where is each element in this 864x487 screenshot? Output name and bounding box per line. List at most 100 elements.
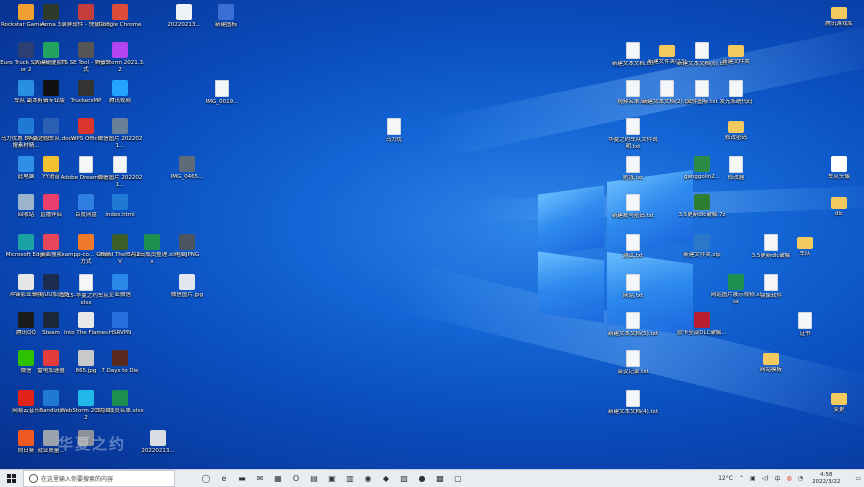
desktop-icon[interactable]: 网站.txt xyxy=(611,274,655,300)
task-view-icon[interactable]: ◯ xyxy=(199,472,213,486)
taskbar: 在这里输入你要搜索的内容 ◯ e ▬ ✉ ▦ O ▤ ▣ ▥ ◉ ◆ ▨ ● ▩ ▢ 12°C ⌃ ▣ ◁)… xyxy=(0,469,864,487)
chevron-up-icon[interactable]: ⌃ xyxy=(739,475,744,482)
desktop-icon[interactable]: 华夏之约车队文件说明.txt xyxy=(608,118,658,150)
desktop-icon[interactable]: 新建账号密码.txt xyxy=(611,194,655,220)
desktop-icon-label: IMG_0465... xyxy=(170,174,204,180)
desktop-icon-label: 车队 xyxy=(799,251,811,257)
desktop-icon[interactable]: IMG_0465... xyxy=(165,156,209,181)
desktop-icon[interactable]: 20220213... xyxy=(136,430,180,455)
desktop-icon[interactable]: index.html xyxy=(98,194,142,219)
app-icon xyxy=(112,312,128,328)
desktop-icon[interactable]: 车队 xyxy=(783,234,827,258)
desktop-icon-label: 腾讯视频 xyxy=(108,98,131,104)
desktop-icon[interactable]: dlc xyxy=(817,194,861,218)
desktop-icon[interactable]: 新建文件夹 xyxy=(714,42,758,66)
desktop-icon[interactable]: 新建文件夹.zip xyxy=(680,234,724,259)
store-icon[interactable]: ▤ xyxy=(307,472,321,486)
watermark: 华夏之约 xyxy=(58,435,127,453)
app-icon xyxy=(176,4,192,20)
clock[interactable]: 4:58 2022/3/22 xyxy=(812,472,840,485)
folder-icon xyxy=(797,237,813,249)
mail-icon[interactable]: ✉ xyxy=(253,472,267,486)
network-icon[interactable]: ▣ xyxy=(750,475,756,482)
desktop-icon[interactable]: 马力优 xyxy=(372,118,416,144)
app-icon xyxy=(78,390,94,406)
desktop-icon[interactable]: 欧卡全部DLC破解... xyxy=(677,312,727,337)
desktop-icon-label: 新建文本文档(4).txt xyxy=(607,409,659,415)
document-icon xyxy=(764,274,778,291)
file-explorer-icon[interactable]: ▬ xyxy=(235,472,249,486)
steam-icon[interactable]: ▩ xyxy=(433,472,447,486)
desktop-icon[interactable]: 3月6成员名单.xlsx xyxy=(96,390,144,415)
desktop-icon[interactable]: 证书 xyxy=(783,312,827,338)
gallery-icon[interactable]: ▨ xyxy=(397,472,411,486)
language-indicator[interactable]: 中 xyxy=(775,474,781,483)
screen-tool-icon[interactable]: ▥ xyxy=(343,472,357,486)
app-icon xyxy=(78,118,94,134)
document-icon xyxy=(626,194,640,211)
desktop-icon[interactable]: 测试.txt xyxy=(611,234,655,260)
start-button[interactable] xyxy=(0,470,22,487)
desktop-icon[interactable]: 微信图片.jpg xyxy=(165,274,209,299)
weather-widget[interactable]: 12°C xyxy=(718,475,733,482)
desktop-icon[interactable]: HSRVPN xyxy=(98,312,142,337)
desktop-icon-label: 腾讯游戏库 xyxy=(825,21,853,27)
app-icon xyxy=(728,274,744,290)
desktop-icon-label: 3月6成员名单.xlsx xyxy=(96,408,144,414)
app-icon xyxy=(43,312,59,328)
truck-game-icon[interactable]: ▣ xyxy=(325,472,339,486)
desktop-icon[interactable]: 网站模板 xyxy=(749,350,793,374)
app-icon xyxy=(112,42,128,58)
desktop-icon[interactable]: 新建图标 xyxy=(204,4,248,29)
app-icon xyxy=(43,350,59,366)
app-icon xyxy=(43,234,59,250)
document-icon xyxy=(79,274,93,291)
search-box[interactable]: 在这里输入你要搜索的内容 xyxy=(23,470,175,487)
app-icon xyxy=(112,234,128,250)
maps-icon[interactable]: ◆ xyxy=(379,472,393,486)
folder-icon xyxy=(728,121,744,133)
desktop-icon[interactable]: 会议记录.txt xyxy=(611,350,655,376)
office-icon[interactable]: O xyxy=(289,472,303,486)
desktop-icon[interactable]: 发光系统代码 xyxy=(714,80,758,106)
volume-icon[interactable]: ◁) xyxy=(762,475,769,482)
app-tray-icon[interactable]: ◍ xyxy=(787,475,792,482)
desktop-icon[interactable]: 微信图片 2022021... xyxy=(98,118,142,149)
desktop-icon[interactable]: 镜像软件 xyxy=(749,274,793,300)
desktop-icon-label: HSRVPN xyxy=(108,330,132,336)
app-icon xyxy=(112,274,128,290)
desktop-icon[interactable]: 腾讯视频 xyxy=(98,80,142,105)
calendar-icon[interactable]: ▦ xyxy=(271,472,285,486)
desktop-icon[interactable]: 变更 xyxy=(817,390,861,414)
yy-icon[interactable]: ● xyxy=(415,472,429,486)
desktop-icon[interactable]: 刷钱.txt xyxy=(611,156,655,182)
desktop-icon-label: 网站.txt xyxy=(622,293,644,299)
folder-icon xyxy=(728,45,744,57)
document-icon xyxy=(626,118,640,135)
edge-icon[interactable]: e xyxy=(217,472,231,486)
desktop-icon[interactable]: 车队头像 xyxy=(817,156,861,181)
app-icon xyxy=(43,80,59,96)
document-icon xyxy=(729,156,743,173)
desktop-icon[interactable]: 新建文本文档(4).txt xyxy=(608,390,658,416)
desktop-icon[interactable]: 修改密码 xyxy=(714,118,758,142)
app-tray-icon[interactable]: ◔ xyxy=(798,475,803,482)
notifications-icon[interactable]: ▭ xyxy=(855,475,861,482)
desktop-icon-label: 新建图标 xyxy=(214,22,237,28)
desktop-icon[interactable]: IMG_0019... xyxy=(200,80,244,106)
document-icon xyxy=(729,80,743,97)
desktop-icon[interactable]: 腾讯游戏库 xyxy=(817,4,861,28)
desktop-icon[interactable]: 新建文本文档(5).txt xyxy=(608,312,658,338)
desktop-icon[interactable]: Google Chrome xyxy=(98,4,142,29)
desktop-icon[interactable]: 修改器 xyxy=(714,156,758,182)
desktop-icon[interactable]: 电脑JPNG xyxy=(165,234,209,259)
desktop-icon[interactable]: 企业微信 xyxy=(98,274,142,299)
app-green-icon[interactable]: ▢ xyxy=(451,472,465,486)
desktop-icon[interactable]: 3.5更新dlc破解.7z xyxy=(679,194,725,219)
desktop-icon[interactable]: 7 Days to Die xyxy=(98,350,142,375)
folder-icon xyxy=(659,45,675,57)
desktop-icon[interactable]: 微信图片 2022021... xyxy=(98,156,142,188)
desktop-icon-label: 新建账号密码.txt xyxy=(611,213,655,219)
photos-icon[interactable]: ◉ xyxy=(361,472,375,486)
desktop-icon[interactable]: PhpStorm 2021.3.2 xyxy=(95,42,145,73)
